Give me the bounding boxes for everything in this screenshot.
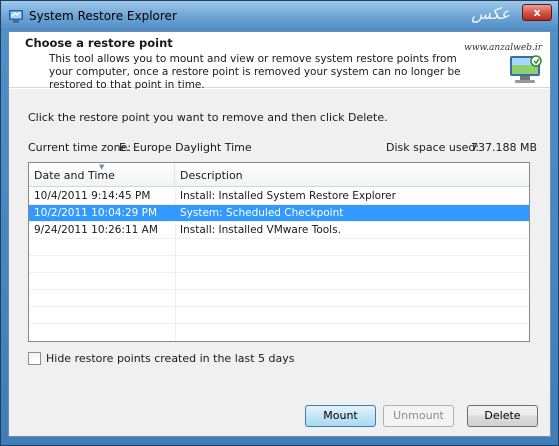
column-header-date[interactable]: Date and Time ▼ [29,163,175,187]
row-divider [29,323,529,324]
table-row[interactable]: 10/4/2011 9:14:45 PM Install: Installed … [29,188,529,204]
row-divider [29,289,529,290]
close-icon: x [533,6,541,19]
app-window: System Restore Explorer ﻋﻜﺲ x Choose a r… [0,0,559,446]
row-description: Install: Installed System Restore Explor… [180,190,396,202]
row-divider [29,272,529,273]
list-header: Date and Time ▼ Description [29,163,529,187]
row-divider [29,306,529,307]
content-panel: Click the restore point you want to remo… [9,89,550,436]
header-panel: Choose a restore point This tool allows … [9,32,550,91]
watermark-logo: ﻋﻜﺲ [471,4,510,23]
timezone-label: Current time zone: [28,141,132,154]
computer-restore-icon [510,55,542,83]
table-row[interactable]: 10/2/2011 10:04:29 PM System: Scheduled … [29,205,529,221]
restore-points-list[interactable]: Date and Time ▼ Description 10/4/2011 9:… [28,162,530,342]
table-row[interactable]: 9/24/2011 10:26:11 AM Install: Installed… [29,222,529,238]
row-description: Install: Installed VMware Tools. [180,224,341,236]
disk-space-label: Disk space used: [386,141,480,154]
restore-app-icon [9,10,23,23]
hide-recent-checkbox[interactable] [28,352,41,365]
instruction-text: Click the restore point you want to remo… [28,111,388,124]
row-divider [29,238,529,239]
column-header-description[interactable]: Description [175,163,529,187]
window-title: System Restore Explorer [29,9,177,23]
row-date: 10/2/2011 10:04:29 PM [34,207,158,219]
hide-recent-label: Hide restore points created in the last … [46,352,295,365]
row-date: 10/4/2011 9:14:45 PM [34,190,151,202]
sort-ascending-icon: ▼ [99,163,105,171]
client-area: Choose a restore point This tool allows … [8,31,551,437]
row-divider [29,255,529,256]
delete-button[interactable]: Delete [467,405,538,427]
disk-space-value: 737.188 MB [471,141,538,154]
mount-button[interactable]: Mount [305,405,376,427]
title-bar[interactable]: System Restore Explorer ﻋﻜﺲ x [1,1,558,31]
unmount-button[interactable]: Unmount [383,405,454,427]
page-description: This tool allows you to mount and view o… [49,53,461,91]
page-title: Choose a restore point [25,36,173,50]
timezone-value: E. Europe Daylight Time [119,141,252,154]
row-divider [29,221,529,222]
column-header-description-label: Description [180,169,243,182]
close-button[interactable]: x [522,4,552,21]
row-date: 9/24/2011 10:26:11 AM [34,224,158,236]
row-description: System: Scheduled Checkpoint [180,207,344,219]
row-divider [29,204,529,205]
